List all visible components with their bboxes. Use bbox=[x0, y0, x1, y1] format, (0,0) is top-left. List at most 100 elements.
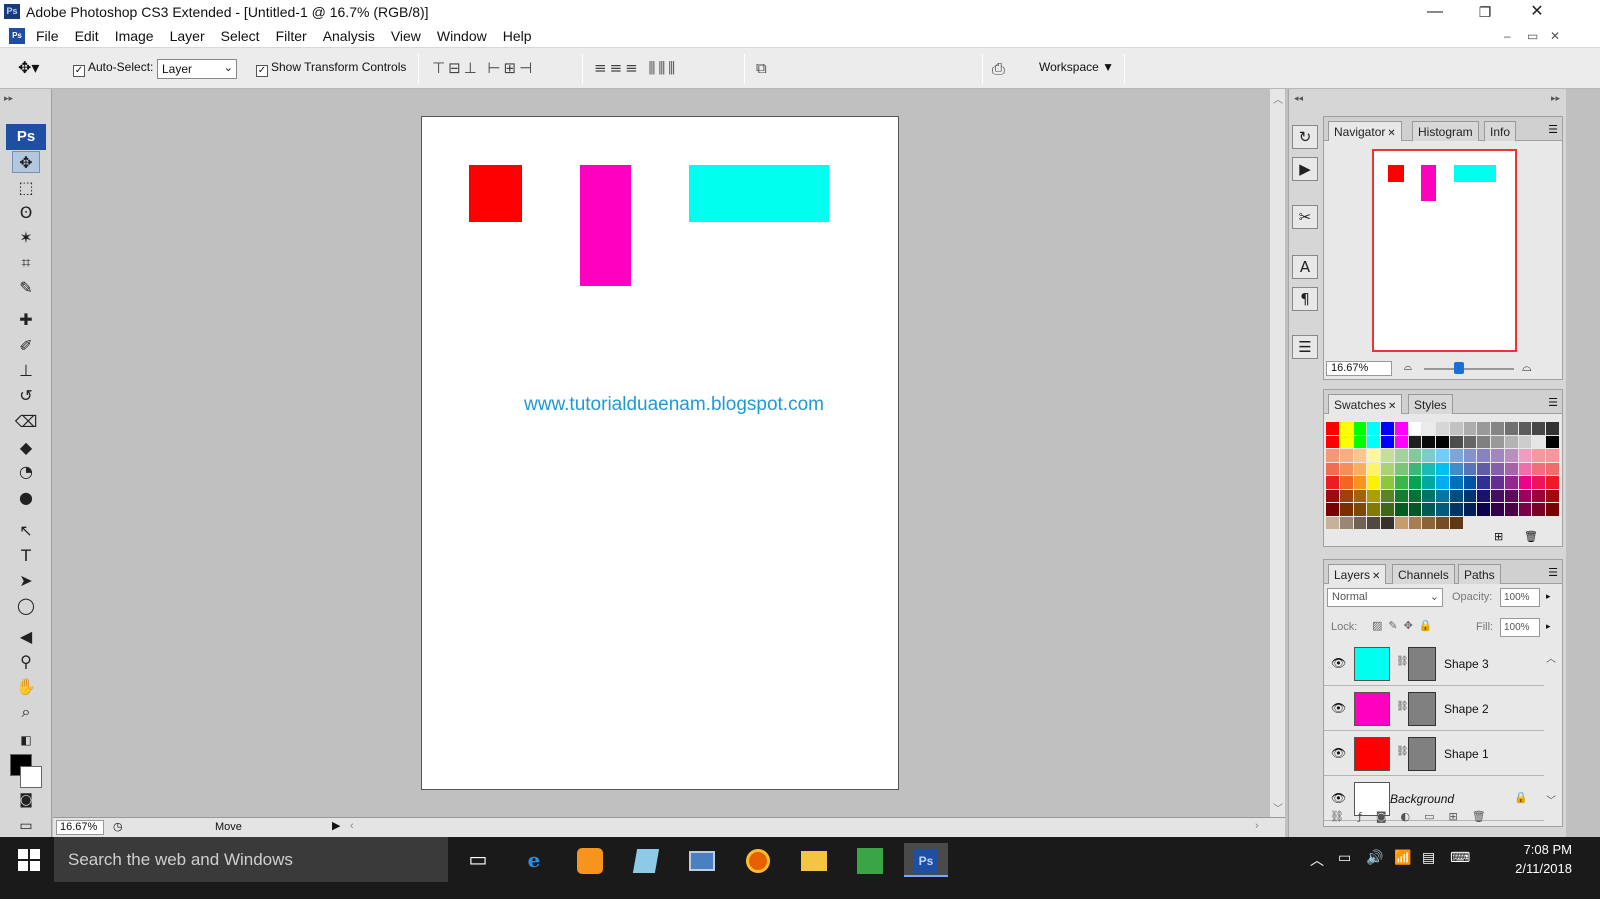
color-swatch[interactable] bbox=[1504, 435, 1519, 449]
color-swatch[interactable] bbox=[1546, 449, 1560, 463]
swatch-grid[interactable] bbox=[1326, 422, 1560, 530]
screen-mode-icon[interactable]: ▭ bbox=[12, 815, 40, 837]
taskbar-clock[interactable]: 7:08 PM 2/11/2018 bbox=[1515, 840, 1572, 878]
status-info-icon[interactable]: ◷ bbox=[113, 820, 123, 833]
color-swatch[interactable] bbox=[1408, 516, 1423, 530]
color-swatch[interactable] bbox=[1546, 462, 1560, 476]
color-swatch[interactable] bbox=[1449, 503, 1464, 517]
character-panel-icon[interactable]: A bbox=[1292, 255, 1318, 279]
vector-mask-thumbnail[interactable] bbox=[1408, 737, 1436, 771]
status-zoom-field[interactable]: 16.67% bbox=[56, 820, 104, 835]
file-explorer-icon[interactable] bbox=[792, 843, 836, 877]
color-swatch[interactable] bbox=[1463, 489, 1478, 503]
show-hidden-icons[interactable]: ︿ bbox=[1310, 850, 1324, 870]
vertical-scrollbar[interactable]: ︿ ﹀ bbox=[1269, 89, 1285, 817]
color-swatch[interactable] bbox=[1394, 449, 1409, 463]
navigator-zoom-field[interactable]: 16.67% bbox=[1326, 361, 1392, 376]
color-swatch[interactable] bbox=[1422, 435, 1436, 449]
opacity-arrow-icon[interactable]: ▸ bbox=[1546, 591, 1551, 602]
tab-layers[interactable]: Layers ✕ bbox=[1328, 564, 1387, 584]
color-swatch[interactable] bbox=[1326, 449, 1340, 463]
firefox-icon[interactable] bbox=[736, 843, 780, 877]
color-swatch[interactable] bbox=[1339, 476, 1354, 490]
color-swatch[interactable] bbox=[1449, 449, 1464, 463]
brush-tool[interactable]: ✐ bbox=[12, 335, 40, 357]
color-swatch[interactable] bbox=[1477, 449, 1491, 463]
color-swatch[interactable] bbox=[1353, 516, 1368, 530]
panel-menu-icon[interactable]: ☰ bbox=[1548, 566, 1558, 579]
color-swatch[interactable] bbox=[1546, 503, 1560, 517]
color-swatch[interactable] bbox=[1463, 503, 1478, 517]
color-swatch[interactable] bbox=[1546, 516, 1560, 530]
restore-button[interactable]: ❐ bbox=[1462, 0, 1508, 24]
color-swatch[interactable] bbox=[1408, 462, 1423, 476]
doc-restore-button[interactable]: ▭ bbox=[1527, 29, 1538, 43]
scroll-up-icon[interactable]: ︿ bbox=[1273, 91, 1283, 106]
power-icon[interactable]: ▭ bbox=[1338, 850, 1351, 866]
panels-collapse-icon[interactable]: ▸▸ bbox=[1551, 93, 1560, 104]
color-swatch[interactable] bbox=[1367, 503, 1381, 517]
direct-selection-tool[interactable]: ➤ bbox=[12, 570, 40, 592]
eraser-tool[interactable]: ⌫ bbox=[12, 411, 40, 433]
color-swatch[interactable] bbox=[1436, 462, 1450, 476]
color-swatch[interactable] bbox=[1408, 449, 1423, 463]
color-swatch[interactable] bbox=[1546, 476, 1560, 490]
color-swatch[interactable] bbox=[1394, 435, 1409, 449]
layer-row[interactable]: 👁 ⛓ Shape 3 bbox=[1324, 642, 1544, 686]
color-swatch[interactable] bbox=[1504, 476, 1519, 490]
color-swatch[interactable] bbox=[1422, 516, 1436, 530]
color-swatch[interactable] bbox=[1477, 516, 1491, 530]
close-button[interactable]: ✕ bbox=[1514, 0, 1560, 24]
background-color-swatch[interactable] bbox=[20, 766, 42, 788]
color-swatch[interactable] bbox=[1491, 476, 1505, 490]
color-swatch[interactable] bbox=[1491, 516, 1505, 530]
notes-tool[interactable]: ◀ bbox=[12, 626, 40, 648]
color-swatch[interactable] bbox=[1408, 476, 1423, 490]
color-swatch[interactable] bbox=[1381, 516, 1395, 530]
layer-row[interactable]: 👁 ⛓ Shape 2 bbox=[1324, 687, 1544, 731]
color-swatch[interactable] bbox=[1381, 489, 1395, 503]
color-swatch[interactable] bbox=[1367, 435, 1381, 449]
color-swatch[interactable] bbox=[1518, 422, 1533, 436]
color-swatch[interactable] bbox=[1532, 449, 1546, 463]
color-swatch[interactable] bbox=[1422, 449, 1436, 463]
color-swatch[interactable] bbox=[1394, 503, 1409, 517]
color-swatch[interactable] bbox=[1477, 503, 1491, 517]
color-swatch[interactable] bbox=[1449, 422, 1464, 436]
scroll-down-icon[interactable]: ﹀ bbox=[1273, 800, 1283, 815]
layers-scroll-down-icon[interactable]: ﹀ bbox=[1546, 792, 1556, 807]
color-swatch[interactable] bbox=[1477, 422, 1491, 436]
edge-browser-icon[interactable]: e bbox=[512, 843, 556, 877]
color-swatch[interactable] bbox=[1339, 422, 1354, 436]
layers-scroll-up-icon[interactable]: ︿ bbox=[1546, 650, 1556, 665]
color-swatch[interactable] bbox=[1477, 462, 1491, 476]
quick-mask-icon[interactable]: ◙ bbox=[12, 789, 40, 811]
color-swatch[interactable] bbox=[1504, 422, 1519, 436]
color-swatch[interactable] bbox=[1532, 476, 1546, 490]
menu-file[interactable]: File bbox=[36, 28, 59, 44]
color-swatch[interactable] bbox=[1381, 462, 1395, 476]
layer-actions-bar[interactable]: ⛓ƒ◙◐▭⊞🗑 bbox=[1330, 810, 1500, 823]
fill-arrow-icon[interactable]: ▸ bbox=[1546, 621, 1551, 632]
color-swatch[interactable] bbox=[1532, 489, 1546, 503]
taskbar-search-box[interactable]: Search the web and Windows bbox=[54, 837, 448, 882]
color-swatch[interactable] bbox=[1518, 489, 1533, 503]
color-swatch[interactable] bbox=[1326, 476, 1340, 490]
actions-panel-icon[interactable]: ▶ bbox=[1292, 157, 1318, 181]
menu-window[interactable]: Window bbox=[437, 28, 487, 44]
color-swatch[interactable] bbox=[1408, 489, 1423, 503]
navigator-zoom-knob[interactable] bbox=[1454, 362, 1464, 374]
windows-start-icon[interactable] bbox=[18, 849, 40, 871]
ellipse-tool[interactable]: ◯ bbox=[12, 595, 40, 617]
color-swatch[interactable] bbox=[1367, 462, 1381, 476]
dodge-tool[interactable]: ● bbox=[12, 487, 40, 509]
color-swatch[interactable] bbox=[1422, 422, 1436, 436]
eyedropper-tool[interactable]: ⚲ bbox=[12, 651, 40, 673]
auto-align-button[interactable]: ⧉ bbox=[756, 59, 770, 77]
color-swatch[interactable] bbox=[1504, 462, 1519, 476]
align-buttons[interactable]: ⊤⊟⊥ ⊢⊞⊣ bbox=[432, 59, 535, 77]
network-icon[interactable]: 📶 bbox=[1394, 850, 1411, 866]
visibility-eye-icon[interactable]: 👁 bbox=[1331, 701, 1346, 715]
color-swatch[interactable] bbox=[1367, 476, 1381, 490]
clone-stamp-tool[interactable]: ⊥ bbox=[12, 360, 40, 382]
